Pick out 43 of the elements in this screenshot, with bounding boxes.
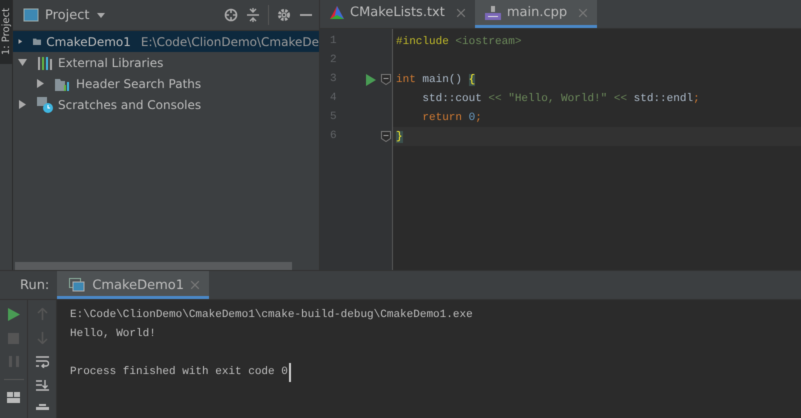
triangle-logo-icon — [330, 6, 344, 19]
library-bars-icon — [37, 56, 53, 70]
soft-wrap-icon[interactable] — [36, 356, 48, 368]
scroll-to-end-icon[interactable] — [36, 380, 48, 392]
tree-item[interactable]: External Libraries — [13, 52, 319, 73]
code-line: int main() { — [396, 74, 476, 86]
expand-arrow-icon[interactable] — [36, 79, 45, 88]
expand-arrow-icon[interactable] — [18, 37, 23, 46]
editor-tab[interactable]: main.cpp — [474, 0, 598, 28]
layout-icon[interactable] — [7, 392, 20, 403]
console-line: E:\Code\ClionDemo\CmakeDemo1\cmake-build-debug\CmakeDemo1.exe — [70, 308, 474, 323]
run-icon[interactable] — [366, 74, 376, 86]
close-icon[interactable] — [456, 8, 465, 16]
expand-arrow-icon[interactable] — [18, 58, 27, 67]
run-tab[interactable]: CmakeDemo1 — [57, 271, 209, 299]
console-window-icon — [69, 278, 86, 292]
run-icon[interactable] — [8, 308, 20, 321]
window-icon — [23, 8, 39, 22]
tree-item[interactable]: CmakeDemo1 E:\Code\ClionDemo\CmakeDe — [13, 31, 319, 52]
code-line: #include <iostream> — [396, 36, 522, 48]
fold-icon[interactable] — [381, 131, 391, 142]
scrollbar-thumb[interactable] — [15, 262, 292, 270]
dropdown-caret-icon[interactable] — [97, 12, 106, 18]
console-clock-icon — [37, 96, 53, 112]
panel-title[interactable]: Project — [45, 8, 90, 22]
fold-icon[interactable] — [381, 74, 391, 85]
run-label: Run: — [19, 278, 50, 292]
code-line: return 0; — [421, 112, 482, 124]
tree-item[interactable]: Scratches and Consoles — [13, 94, 319, 115]
crosshair-icon[interactable] — [224, 8, 238, 22]
print-icon[interactable] — [36, 404, 48, 410]
folder-bars-icon — [55, 76, 71, 90]
settings-icon[interactable] — [277, 8, 291, 22]
console-line: Process finished with exit code 0 — [70, 363, 291, 382]
project-side-tab[interactable]: 1: Project — [0, 0, 12, 64]
cpp-file-icon — [484, 6, 501, 20]
tree-item[interactable]: Header Search Paths — [13, 73, 319, 94]
expand-arrow-icon[interactable] — [18, 100, 27, 109]
code-line: std::cout << "Hello, World!" << std::endl; — [421, 92, 700, 104]
collapse-all-icon[interactable] — [246, 8, 260, 22]
editor-tab[interactable]: CMakeLists.txt — [320, 0, 475, 28]
console-line: Hello, World! — [70, 327, 157, 342]
project-path: E:\Code\ClionDemo\CmakeDe — [140, 34, 319, 48]
